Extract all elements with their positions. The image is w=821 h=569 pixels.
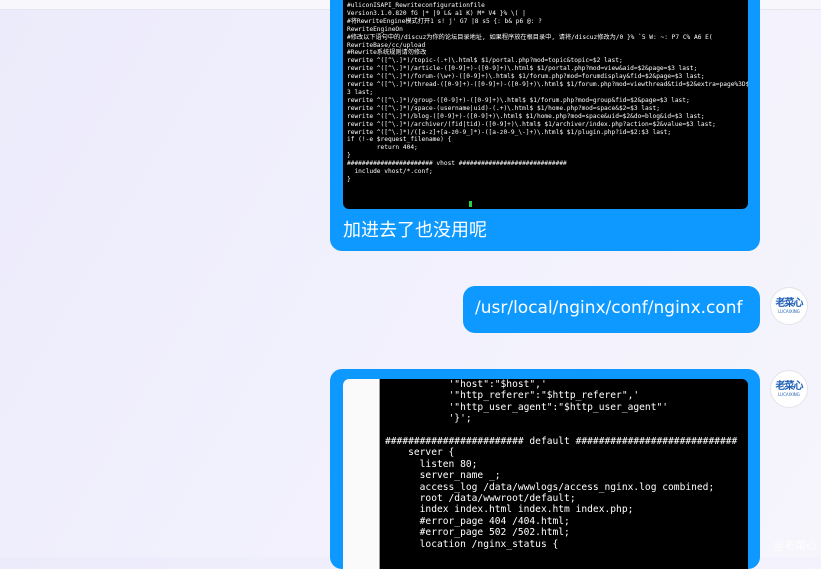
terminal-line: server_name _;: [385, 470, 501, 482]
terminal-line: if (!-e $request_filename) {: [347, 136, 452, 144]
terminal-line: rewrite ^([^\.]*)/thread-([0-9]+)-([0-9]…: [347, 81, 748, 89]
avatar[interactable]: 老菜心 LUCAIXING: [770, 370, 808, 408]
terminal-line: include vhost/*.conf;: [347, 168, 433, 176]
message-text: /usr/local/nginx/conf/nginx.conf: [475, 298, 743, 318]
terminal-line: location /nginx_status {: [385, 538, 559, 550]
terminal-line: rewrite ^([^\.]*)/topic-(.+)\.html$ $1/p…: [347, 57, 623, 65]
terminal-cursor: [469, 201, 472, 207]
terminal-line: ####################### vhost ##########…: [347, 160, 567, 168]
avatar-subtitle: LUCAIXING: [778, 309, 800, 314]
terminal-line: '"host":"$host",': [385, 379, 547, 390]
terminal-line: #error_page 404 /404.html;: [385, 515, 570, 527]
terminal-line: rewrite ^([^\.]*)/space-(username|uid)-(…: [347, 104, 660, 112]
terminal-line: #修改以下语句中的/discuz为你的论坛目录地址, 如果程序放在根目录中, 请…: [347, 33, 713, 41]
terminal-line: index index.html index.htm index.php;: [385, 504, 634, 516]
terminal-line: #error_page 502 /502.html;: [385, 527, 570, 539]
terminal-line: #Rewrite系统规则请勿修改: [347, 49, 427, 57]
message-bubble-2: /usr/local/nginx/conf/nginx.conf: [463, 286, 760, 333]
avatar-name: 老菜心: [775, 298, 804, 309]
editor-gutter: [343, 379, 380, 569]
terminal-line: 3 last;: [347, 88, 374, 96]
terminal-line: rewrite ^([^\.]*)/forum-(\w+)-([0-9]+)\.…: [347, 73, 705, 81]
terminal-line: listen 80;: [385, 458, 478, 470]
avatar-name: 老菜心: [775, 381, 804, 392]
terminal-line: }: [347, 152, 351, 160]
message-bubble-1: #uliconISAPI_Rewriteconfigurationfile Ver…: [330, 0, 760, 251]
terminal-screenshot-2[interactable]: '"host":"$host",' '"http_referer":"$http…: [343, 379, 748, 569]
terminal-line: server {: [385, 447, 455, 459]
terminal-line: '"http_referer":"$http_referer",': [385, 390, 640, 402]
terminal-line: }: [347, 175, 351, 183]
watermark: @老菜心: [773, 539, 817, 552]
terminal-text: '"host":"$host",' '"http_referer":"$http…: [385, 379, 737, 550]
terminal-line: RewriteEngineOn: [347, 25, 403, 33]
terminal-line: '"http_user_agent":"$http_user_agent"': [385, 401, 669, 413]
terminal-line: rewrite ^([^\.]*)/([a-z]+[a-z0-9_]*)-([a…: [347, 128, 672, 136]
message-bubble-3: '"host":"$host",' '"http_referer":"$http…: [330, 369, 760, 569]
terminal-line: rewrite ^([^\.]*)/group-([0-9]+)-([0-9]+…: [347, 96, 690, 104]
terminal-line: root /data/wwwroot/default;: [385, 493, 576, 505]
terminal-line: return 404;: [347, 144, 418, 152]
terminal-line: Version3.1.0.820 fG |* |9 L& a1 K) M* V4…: [347, 9, 526, 17]
terminal-line: #uliconISAPI_Rewriteconfigurationfile: [347, 2, 485, 9]
avatar[interactable]: 老菜心 LUCAIXING: [770, 287, 808, 325]
terminal-line: '}';: [385, 413, 472, 425]
avatar-subtitle: LUCAIXING: [778, 392, 800, 397]
terminal-line: rewrite ^([^\.]*)/article-([0-9]+)-([0-9…: [347, 65, 698, 73]
terminal-line: #将RewriteEngine模式打开1 s! j' G7 |8 s5 {: b…: [347, 17, 542, 25]
terminal-line: rewrite ^([^\.]*)/archiver/(fid|tid)-([0…: [347, 120, 716, 128]
message-caption: 加进去了也没用呢: [343, 220, 487, 241]
terminal-line: ######################## default #######…: [385, 436, 738, 448]
terminal-line: rewrite ^([^\.]*)/blog-([0-9]+)-([0-9]+)…: [347, 112, 705, 120]
terminal-text: #uliconISAPI_Rewriteconfigurationfile Ver…: [343, 0, 748, 186]
terminal-screenshot-1[interactable]: #uliconISAPI_Rewriteconfigurationfile Ver…: [343, 0, 748, 209]
terminal-line: access_log /data/wwwlogs/access_nginx.lo…: [385, 481, 715, 493]
